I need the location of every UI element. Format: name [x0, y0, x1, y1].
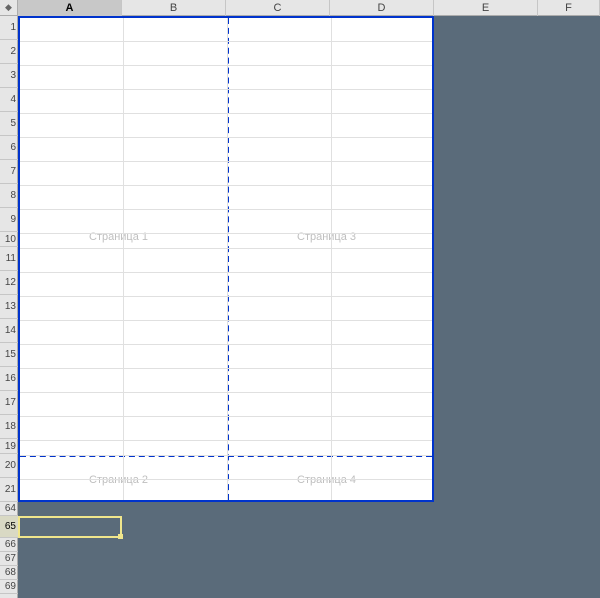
gridline-row — [20, 479, 432, 480]
spreadsheet-grid: ◆ ABCDEF 1234567891011121314151617181920… — [0, 0, 600, 598]
gridline-row — [20, 137, 432, 138]
column-header-B[interactable]: B — [122, 0, 226, 16]
row-header-9[interactable]: 9 — [0, 208, 18, 232]
row-headers: 1234567891011121314151617181920216465666… — [0, 16, 18, 598]
row-header-20[interactable]: 20 — [0, 454, 18, 478]
column-header-E[interactable]: E — [434, 0, 538, 16]
gridline-row — [20, 455, 432, 456]
gridline-row — [20, 185, 432, 186]
row-header-3[interactable]: 3 — [0, 64, 18, 88]
row-header-19[interactable]: 19 — [0, 439, 18, 454]
row-header-4[interactable]: 4 — [0, 88, 18, 112]
gridline-col — [331, 18, 332, 500]
gridline-row — [20, 89, 432, 90]
corner-icon: ◆ — [5, 2, 12, 13]
gridline-row — [20, 233, 432, 234]
active-cell[interactable] — [18, 516, 122, 538]
row-header-5[interactable]: 5 — [0, 112, 18, 136]
gridline-row — [20, 41, 432, 42]
select-all-corner[interactable]: ◆ — [0, 0, 18, 16]
gridline-col — [123, 18, 124, 500]
row-header-13[interactable]: 13 — [0, 295, 18, 319]
gridline-row — [20, 296, 432, 297]
row-header-16[interactable]: 16 — [0, 367, 18, 391]
row-header-67[interactable]: 67 — [0, 552, 18, 566]
gridline-row — [20, 320, 432, 321]
column-headers: ABCDEF — [18, 0, 600, 16]
print-area: Страница 1 Страница 3 Страница 2 Страниц… — [18, 16, 434, 502]
row-header-21[interactable]: 21 — [0, 478, 18, 502]
row-header-8[interactable]: 8 — [0, 184, 18, 208]
gridline-row — [20, 65, 432, 66]
gridline-row — [20, 209, 432, 210]
row-header-66[interactable]: 66 — [0, 538, 18, 552]
gridline-row — [20, 344, 432, 345]
row-header-65[interactable]: 65 — [0, 516, 18, 538]
gridline-row — [20, 113, 432, 114]
column-header-A[interactable]: A — [18, 0, 122, 16]
page-watermark-2: Страница 2 — [89, 474, 148, 486]
column-header-F[interactable]: F — [538, 0, 600, 16]
row-header-7[interactable]: 7 — [0, 160, 18, 184]
row-header-18[interactable]: 18 — [0, 415, 18, 439]
row-header-69[interactable]: 69 — [0, 580, 18, 594]
row-header-11[interactable]: 11 — [0, 247, 18, 271]
row-header-64[interactable]: 64 — [0, 502, 18, 516]
gridline-row — [20, 161, 432, 162]
page-watermark-4: Страница 4 — [297, 474, 356, 486]
gridline-row — [20, 440, 432, 441]
row-header-17[interactable]: 17 — [0, 391, 18, 415]
row-header-1[interactable]: 1 — [0, 16, 18, 40]
row-header-2[interactable]: 2 — [0, 40, 18, 64]
row-header-68[interactable]: 68 — [0, 566, 18, 580]
sheet-area[interactable]: Страница 1 Страница 3 Страница 2 Страниц… — [18, 16, 600, 598]
gridline-col — [227, 18, 228, 500]
gridline-row — [20, 416, 432, 417]
gridline-row — [20, 368, 432, 369]
row-header-14[interactable]: 14 — [0, 319, 18, 343]
gridline-row — [20, 392, 432, 393]
column-header-D[interactable]: D — [330, 0, 434, 16]
gridline-row — [20, 272, 432, 273]
row-header-10[interactable]: 10 — [0, 232, 18, 247]
row-header-6[interactable]: 6 — [0, 136, 18, 160]
column-header-C[interactable]: C — [226, 0, 330, 16]
gridline-row — [20, 248, 432, 249]
row-header-15[interactable]: 15 — [0, 343, 18, 367]
row-header-12[interactable]: 12 — [0, 271, 18, 295]
